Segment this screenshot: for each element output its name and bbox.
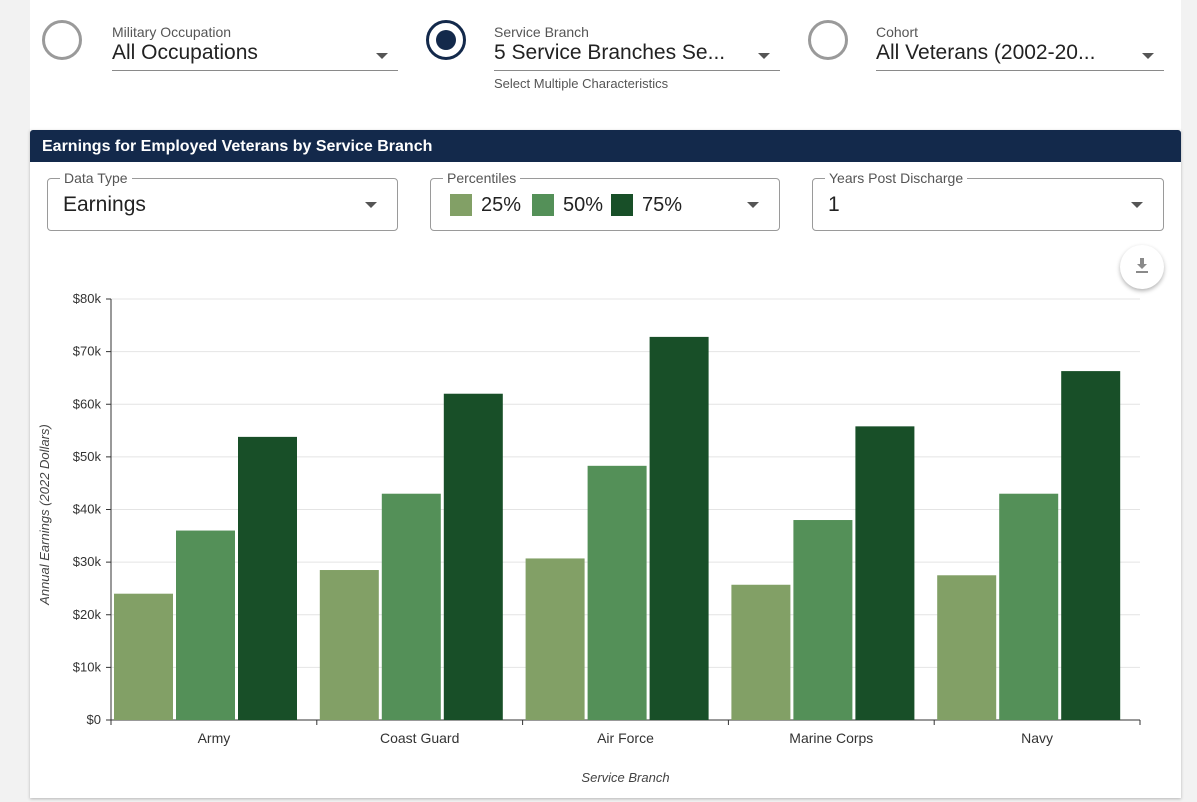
x-axis-title: Service Branch: [581, 770, 669, 785]
bar-50pct-navy: [999, 493, 1059, 720]
cohort-value: All Veterans (2002-20...: [876, 41, 1096, 64]
bar-25pct-marine-corps: [731, 584, 791, 720]
branch-value: 5 Service Branches Se...: [494, 41, 726, 64]
x-tick-label: Navy: [1021, 730, 1053, 746]
bar-75pct-air-force: [649, 336, 709, 720]
y-tick-label: $80k: [73, 291, 102, 306]
bar-50pct-marine-corps: [793, 520, 853, 720]
bar-50pct-coast-guard: [381, 493, 441, 720]
y-tick-label: $60k: [73, 396, 102, 411]
chevron-down-icon: [758, 53, 770, 59]
bar-75pct-navy: [1061, 371, 1121, 720]
chevron-down-icon: [1142, 53, 1154, 59]
x-tick-label: Army: [198, 730, 231, 746]
y-axis-title: Annual Earnings (2022 Dollars): [37, 424, 52, 606]
bar-75pct-marine-corps: [855, 426, 915, 720]
cohort-select[interactable]: Cohort All Veterans (2002-20...: [876, 24, 1164, 74]
branch-underline: [494, 70, 780, 71]
branch-label: Service Branch: [494, 24, 589, 40]
bar-25pct-army: [114, 593, 173, 720]
y-tick-label: $70k: [73, 344, 102, 359]
occupation-radio[interactable]: [42, 20, 82, 60]
y-tick-label: $40k: [73, 502, 102, 517]
bar-25pct-coast-guard: [319, 570, 379, 720]
chart-panel: Earnings for Employed Veterans by Servic…: [30, 130, 1181, 798]
occupation-underline: [112, 70, 398, 71]
occupation-label: Military Occupation: [112, 24, 232, 40]
chevron-down-icon: [376, 53, 388, 59]
bar-50pct-army: [176, 530, 235, 720]
y-tick-label: $0: [87, 712, 101, 727]
filter-bar: Military Occupation All Occupations Serv…: [30, 0, 1181, 130]
bar-75pct-army: [238, 436, 297, 720]
branch-radio[interactable]: [426, 20, 466, 60]
occupation-value: All Occupations: [112, 41, 258, 64]
cohort-radio[interactable]: [808, 20, 848, 60]
y-tick-label: $20k: [73, 607, 102, 622]
y-tick-label: $30k: [73, 554, 102, 569]
branch-helper-text: Select Multiple Characteristics: [494, 76, 669, 91]
y-tick-label: $10k: [73, 659, 102, 674]
bar-25pct-air-force: [525, 558, 585, 720]
bar-25pct-navy: [937, 575, 997, 720]
cohort-label: Cohort: [876, 24, 919, 40]
bar-chart: $0 $10k $20k $30k $40k $50k $60k $70k $80k Army Co…: [37, 291, 1141, 785]
branch-select[interactable]: Service Branch 5 Service Branches Se...: [494, 24, 780, 74]
radio-dot: [436, 30, 456, 50]
x-tick-label: Air Force: [597, 730, 654, 746]
cohort-underline: [876, 70, 1164, 71]
bar-50pct-air-force: [587, 465, 647, 720]
x-tick-label: Coast Guard: [380, 730, 459, 746]
x-tick-label: Marine Corps: [789, 730, 873, 746]
y-tick-label: $50k: [73, 449, 102, 464]
occupation-select[interactable]: Military Occupation All Occupations: [112, 24, 398, 74]
bar-75pct-coast-guard: [443, 393, 503, 720]
